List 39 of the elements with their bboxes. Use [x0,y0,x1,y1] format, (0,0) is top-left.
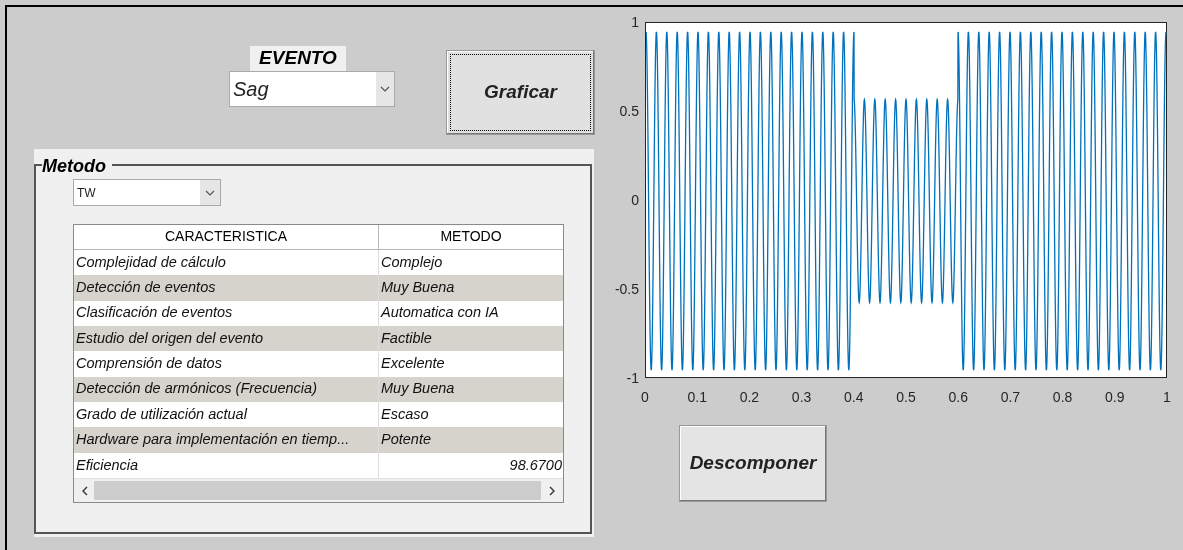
y-tick-label: 1 [630,15,639,29]
y-tick-label: -1 [625,371,639,385]
x-tick-label: 0.4 [843,390,865,404]
table-cell-text: Excelente [380,354,446,374]
table-cell: Clasificación de eventos [74,300,379,326]
x-tick-label: 0.3 [790,390,813,404]
y-tick-label: 0 [630,193,639,207]
event-dropdown[interactable]: Sag [229,71,395,107]
graficar-button[interactable]: Graficar [446,50,595,135]
table-cell-text: Muy Buena [380,278,456,298]
x-tick-label: 0.9 [1104,390,1126,404]
table-cell-text: Complejo [380,252,444,272]
table-cell-text: Muy Buena [380,379,456,399]
y-tick-label: -0.5 [613,282,639,296]
x-tick-label: 1 [1162,390,1172,404]
descomponer-button[interactable]: Descomponer [679,425,827,502]
x-tick-label: 0.2 [738,390,761,404]
method-dropdown[interactable]: TW [73,179,221,206]
x-tick-label: 0.6 [947,390,969,404]
x-tick-label: 0 [640,390,650,404]
chevron-down-icon [200,180,220,205]
table-cell-text: Escaso [380,404,430,424]
x-tick-label: 0.5 [895,390,917,404]
chevron-down-icon [376,72,394,106]
event-label: EVENTO [250,46,346,71]
x-tick-label: 0.8 [1051,390,1074,404]
y-tick-label: 0.5 [618,104,639,118]
table-cell-text: Potente [380,430,432,450]
table-cell-text: Automatica con IA [379,303,500,323]
table-cell: Detección de eventos [74,275,379,301]
table-cell: Hardware para implementación en tiemp... [74,427,379,453]
column-header[interactable]: CARACTERISTICA [74,225,379,249]
column-header[interactable]: METODO [379,225,563,249]
x-tick-label: 0.7 [999,390,1022,404]
table-cell: Comprensión de datos [74,351,379,377]
table-cell-text: Factible [380,328,433,348]
table-cell-text: 98.6700 [508,455,563,475]
x-tick-label: 0.1 [686,390,708,404]
scrollbar-thumb[interactable] [94,481,541,501]
